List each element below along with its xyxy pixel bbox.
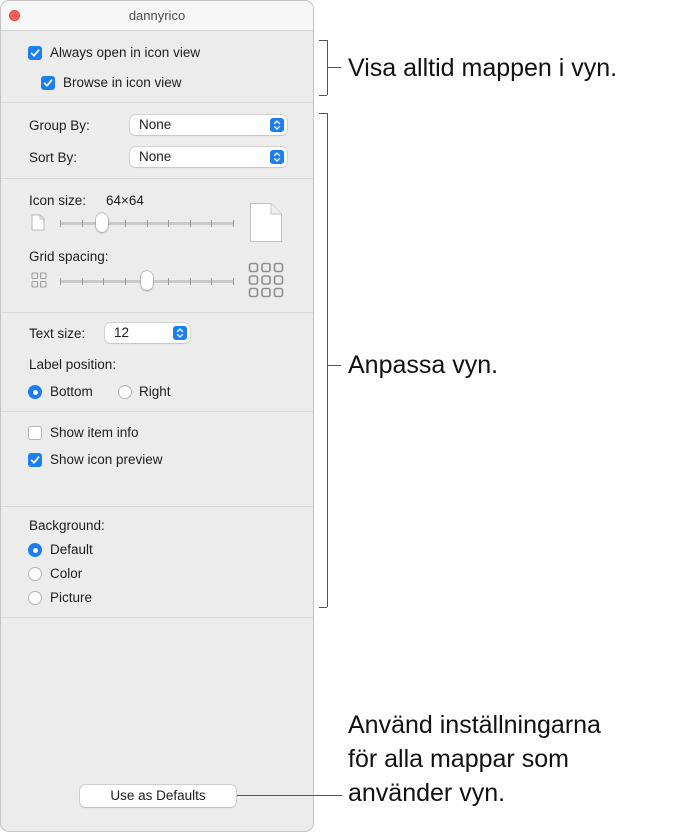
sort-by-popup[interactable]: None (130, 147, 287, 167)
small-document-icon (31, 214, 45, 231)
callout-bracket-middle (327, 113, 328, 607)
grid-spacing-slider-tick (125, 278, 126, 285)
callout-leader-bottom (237, 795, 342, 796)
bottom-radio-label: Bottom (50, 384, 93, 399)
grid-spacing-slider-tick (168, 278, 169, 285)
background-picture-label: Picture (50, 590, 93, 605)
icon-size-value: 64×64 (106, 193, 144, 208)
sort-by-label: Sort By: (29, 150, 78, 165)
grid-spacing-label: Grid spacing: (29, 249, 109, 264)
use-as-defaults-button[interactable]: Use as Defaults (80, 785, 236, 807)
icon-size-slider-tick (233, 220, 234, 227)
divider (1, 102, 313, 103)
bottom-radio[interactable] (28, 385, 42, 399)
view-options-window: dannyrico Always open in icon view Brows… (0, 0, 314, 832)
checkmark-icon (30, 456, 40, 464)
grid-spacing-slider-tick (60, 278, 61, 285)
divider (1, 506, 313, 507)
divider (1, 312, 313, 313)
group-by-label: Group By: (29, 118, 90, 133)
window-title: dannyrico (128, 8, 186, 23)
grid-spacing-slider-tick (233, 278, 234, 285)
icon-size-slider-tick (125, 220, 126, 227)
icon-size-slider-tick (168, 220, 169, 227)
callout-bracket-top (319, 95, 327, 96)
grid-large-icon (248, 262, 284, 298)
up-down-chevron-icon (270, 150, 284, 164)
always-open-icon-view-label: Always open in icon view (50, 45, 201, 60)
icon-size-slider-knob[interactable] (96, 213, 108, 232)
icon-size-slider-tick (147, 220, 148, 227)
callout-top-text: Visa alltid mappen i vyn. (348, 54, 618, 82)
divider (1, 178, 313, 179)
background-label: Background: (29, 518, 105, 533)
checkmark-icon (43, 79, 53, 87)
callout-middle-text: Anpassa vyn. (348, 351, 499, 379)
callout-bracket-middle (319, 607, 327, 608)
group-by-value: None (139, 117, 172, 132)
browse-icon-view-checkbox[interactable] (41, 76, 55, 90)
label-position-label: Label position: (29, 357, 117, 372)
divider (1, 617, 313, 618)
sort-by-value: None (139, 149, 172, 164)
background-color-radio[interactable] (28, 567, 42, 581)
grid-spacing-slider-knob[interactable] (141, 271, 153, 290)
callout-bracket-top (319, 40, 327, 41)
show-item-info-checkbox[interactable] (28, 426, 42, 440)
background-color-label: Color (50, 566, 83, 581)
grid-small-icon (31, 272, 47, 288)
callout-bottom-line3: använder vyn. (348, 779, 506, 807)
icon-size-slider-tick (211, 220, 212, 227)
grid-spacing-slider[interactable] (60, 270, 234, 292)
always-open-icon-view-checkbox[interactable] (28, 46, 42, 60)
icon-size-label: Icon size: (29, 193, 87, 208)
large-document-icon (250, 203, 282, 242)
up-down-chevron-icon (173, 326, 187, 340)
icon-size-slider-tick (60, 220, 61, 227)
background-default-radio[interactable] (28, 543, 42, 557)
icon-size-slider-tick (82, 220, 83, 227)
icon-size-slider-tick (190, 220, 191, 227)
show-icon-preview-checkbox[interactable] (28, 453, 42, 467)
divider (1, 411, 313, 412)
callout-leader-middle (327, 365, 341, 366)
callout-bracket-middle (319, 113, 327, 114)
callout-bottom-line1: Använd inställningarna (348, 711, 601, 739)
grid-spacing-slider-tick (211, 278, 212, 285)
background-picture-radio[interactable] (28, 591, 42, 605)
title-bar: dannyrico (1, 1, 313, 31)
up-down-chevron-icon (270, 118, 284, 132)
text-size-popup[interactable]: 12 (105, 323, 190, 343)
group-by-popup[interactable]: None (130, 115, 287, 135)
text-size-value: 12 (114, 325, 130, 340)
browse-icon-view-label: Browse in icon view (63, 75, 182, 90)
checkmark-icon (30, 49, 40, 57)
callout-bottom-line2: för alla mappar som (348, 745, 569, 773)
right-radio-label: Right (139, 384, 171, 399)
callout-leader-top (327, 67, 341, 68)
show-item-info-label: Show item info (50, 425, 139, 440)
grid-spacing-slider-tick (103, 278, 104, 285)
show-icon-preview-label: Show icon preview (50, 452, 163, 467)
right-radio[interactable] (118, 385, 132, 399)
background-default-label: Default (50, 542, 93, 557)
grid-spacing-slider-tick (190, 278, 191, 285)
icon-size-slider[interactable] (60, 212, 234, 234)
grid-spacing-slider-tick (82, 278, 83, 285)
text-size-label: Text size: (29, 326, 86, 341)
